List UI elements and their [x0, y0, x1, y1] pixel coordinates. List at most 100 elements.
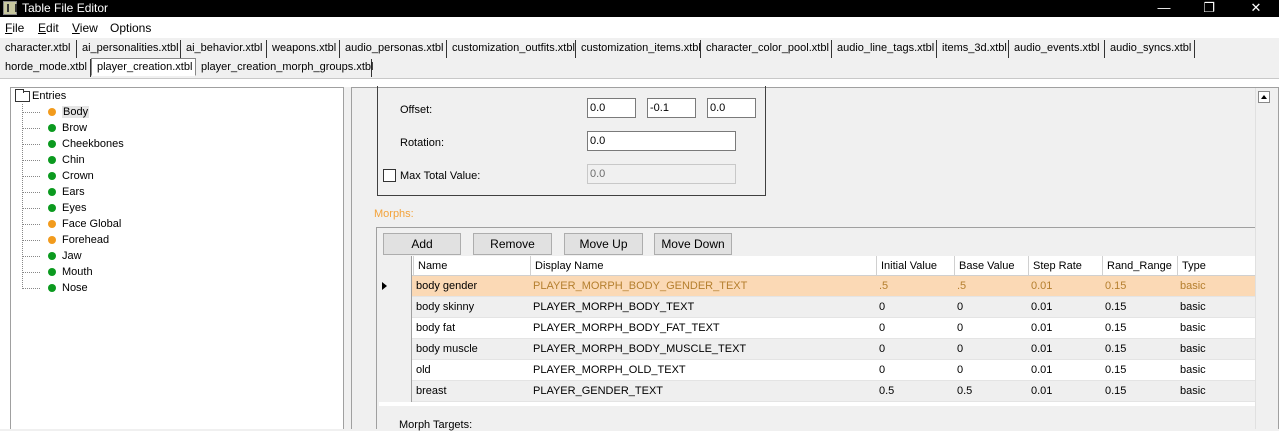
table-row[interactable]: body skinny PLAYER_MORPH_BODY_TEXT 0 0 0.01 0…	[379, 297, 1255, 318]
table-cell[interactable]: 0.01	[1028, 276, 1102, 297]
table-row[interactable]: breast PLAYER_GENDER_TEXT 0.5 0.5 0.01 0.15 ba…	[379, 381, 1255, 402]
tree-item-cheekbones[interactable]: Cheekbones	[21, 136, 124, 152]
tab-audio-events[interactable]: audio_events.xtbl	[1009, 40, 1105, 58]
table-cell[interactable]: body skinny	[413, 297, 530, 318]
column-header-initial-value[interactable]: Initial Value	[876, 256, 954, 276]
row-header[interactable]	[379, 318, 412, 339]
tree-item-mouth[interactable]: Mouth	[21, 264, 93, 280]
table-cell[interactable]: 0.15	[1102, 360, 1177, 381]
max-total-checkbox[interactable]	[383, 169, 396, 182]
column-header-base-value[interactable]: Base Value	[954, 256, 1028, 276]
table-cell[interactable]: 0	[954, 339, 1028, 360]
row-header[interactable]	[379, 276, 412, 297]
tab-items-3d[interactable]: items_3d.xtbl	[937, 40, 1009, 58]
table-cell[interactable]: body gender	[413, 276, 530, 297]
row-header[interactable]	[379, 360, 412, 381]
menu-options[interactable]: Options	[110, 21, 151, 35]
table-cell[interactable]: 0	[876, 318, 954, 339]
table-cell[interactable]: old	[413, 360, 530, 381]
tree-item-ears[interactable]: Ears	[21, 184, 85, 200]
column-header-type[interactable]: Type	[1177, 256, 1255, 276]
table-cell[interactable]: PLAYER_MORPH_OLD_TEXT	[530, 360, 876, 381]
tab-ai-personalities[interactable]: ai_personalities.xtbl	[77, 40, 181, 58]
table-cell[interactable]: 0.01	[1028, 381, 1102, 402]
table-cell[interactable]: 0.15	[1102, 381, 1177, 402]
table-cell[interactable]: basic	[1177, 381, 1255, 402]
table-cell[interactable]: body muscle	[413, 339, 530, 360]
table-row[interactable]: old PLAYER_MORPH_OLD_TEXT 0 0 0.01 0.15 basic	[379, 360, 1255, 381]
tree-item-brow[interactable]: Brow	[21, 120, 87, 136]
offset-y-field[interactable]: -0.1	[647, 98, 696, 118]
table-cell[interactable]: PLAYER_GENDER_TEXT	[530, 381, 876, 402]
row-header[interactable]	[379, 381, 412, 402]
table-cell[interactable]: 0	[876, 360, 954, 381]
tab-horde-mode[interactable]: horde_mode.xtbl	[0, 59, 91, 77]
tab-customization-items[interactable]: customization_items.xtbl	[576, 40, 701, 58]
remove-button[interactable]: Remove	[473, 233, 552, 255]
tab-audio-personas[interactable]: audio_personas.xtbl	[340, 40, 447, 58]
table-cell[interactable]: PLAYER_MORPH_BODY_TEXT	[530, 297, 876, 318]
tab-customization-outfits[interactable]: customization_outfits.xtbl	[447, 40, 576, 58]
table-cell[interactable]: breast	[413, 381, 530, 402]
offset-x-field[interactable]: 0.0	[587, 98, 636, 118]
table-cell[interactable]: 0	[954, 297, 1028, 318]
table-row[interactable]: body gender PLAYER_MORPH_BODY_GENDER_TEXT…	[379, 276, 1255, 297]
table-cell[interactable]: PLAYER_MORPH_BODY_FAT_TEXT	[530, 318, 876, 339]
vertical-scrollbar[interactable]	[1255, 88, 1272, 429]
table-cell[interactable]: 0.15	[1102, 297, 1177, 318]
tree-item-body[interactable]: Body	[21, 104, 90, 120]
offset-z-field[interactable]: 0.0	[707, 98, 756, 118]
entries-tree[interactable]: Entries Body Brow Cheekbones Chin Crown Ears E…	[10, 87, 344, 429]
tree-item-nose[interactable]: Nose	[21, 280, 88, 296]
morphs-grid[interactable]: Name Display Name Initial Value Base Value S…	[379, 256, 1255, 406]
tree-item-crown[interactable]: Crown	[21, 168, 94, 184]
close-button[interactable]: ✕	[1233, 0, 1279, 17]
table-cell[interactable]: 0.01	[1028, 339, 1102, 360]
tree-item-forehead[interactable]: Forehead	[21, 232, 109, 248]
table-cell[interactable]: basic	[1177, 276, 1255, 297]
tab-ai-behavior[interactable]: ai_behavior.xtbl	[181, 40, 267, 58]
table-cell[interactable]: 0.5	[954, 381, 1028, 402]
rotation-field[interactable]: 0.0	[587, 131, 736, 151]
table-cell[interactable]: 0.5	[876, 381, 954, 402]
table-cell[interactable]: body fat	[413, 318, 530, 339]
menu-edit[interactable]: Edit	[38, 21, 59, 35]
tab-audio-line-tags[interactable]: audio_line_tags.xtbl	[832, 40, 937, 58]
table-cell[interactable]: PLAYER_MORPH_BODY_GENDER_TEXT	[530, 276, 876, 297]
move-down-button[interactable]: Move Down	[654, 233, 732, 255]
move-up-button[interactable]: Move Up	[564, 233, 643, 255]
minimize-button[interactable]: —	[1141, 0, 1187, 17]
tab-weapons[interactable]: weapons.xtbl	[267, 40, 340, 58]
table-cell[interactable]: 0.01	[1028, 318, 1102, 339]
tab-player-creation[interactable]: player_creation.xtbl	[91, 58, 196, 76]
table-cell[interactable]: 0.15	[1102, 276, 1177, 297]
table-cell[interactable]: basic	[1177, 297, 1255, 318]
table-cell[interactable]: 0.15	[1102, 318, 1177, 339]
column-header-rand-range[interactable]: Rand_Range	[1102, 256, 1177, 276]
tab-audio-syncs[interactable]: audio_syncs.xtbl	[1105, 40, 1195, 58]
column-header-display-name[interactable]: Display Name	[530, 256, 876, 276]
table-cell[interactable]: basic	[1177, 318, 1255, 339]
panel-splitter[interactable]	[344, 87, 351, 429]
table-cell[interactable]: 0	[954, 360, 1028, 381]
table-row[interactable]: body fat PLAYER_MORPH_BODY_FAT_TEXT 0 0 0.01…	[379, 318, 1255, 339]
table-cell[interactable]: 0	[876, 339, 954, 360]
table-cell[interactable]: basic	[1177, 339, 1255, 360]
menu-view[interactable]: View	[72, 21, 98, 35]
scroll-up-arrow-icon[interactable]	[1258, 91, 1270, 103]
table-cell[interactable]: 0	[876, 297, 954, 318]
tree-item-eyes[interactable]: Eyes	[21, 200, 86, 216]
table-cell[interactable]: 0.01	[1028, 360, 1102, 381]
table-cell[interactable]: 0.15	[1102, 339, 1177, 360]
column-header-step-rate[interactable]: Step Rate	[1028, 256, 1102, 276]
table-cell[interactable]: .5	[954, 276, 1028, 297]
menu-file[interactable]: File	[5, 21, 24, 35]
tab-character[interactable]: character.xtbl	[0, 40, 77, 58]
tree-root-entries[interactable]: Entries	[13, 89, 66, 103]
row-header[interactable]	[379, 339, 412, 360]
maximize-button[interactable]: ❐	[1186, 0, 1232, 17]
tree-item-jaw[interactable]: Jaw	[21, 248, 82, 264]
tab-player-creation-morph-groups[interactable]: player_creation_morph_groups.xtbl	[196, 59, 373, 77]
table-cell[interactable]: basic	[1177, 360, 1255, 381]
tree-item-chin[interactable]: Chin	[21, 152, 85, 168]
